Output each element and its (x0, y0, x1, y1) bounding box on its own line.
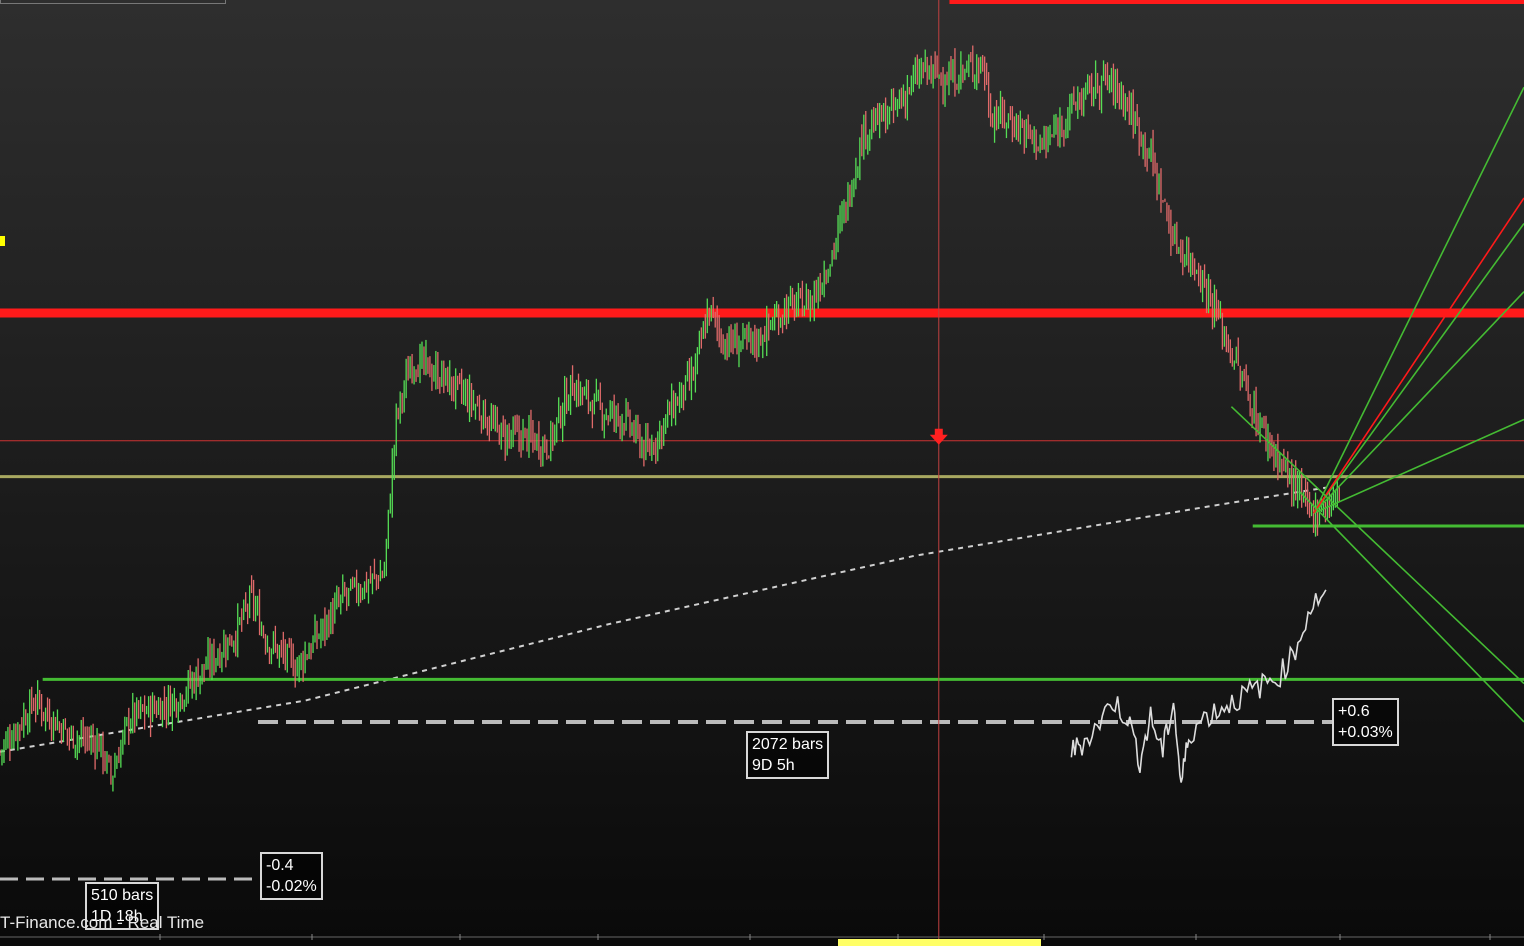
measure-left-percent: -0.02% (266, 878, 317, 895)
fan-line-2 (1313, 291, 1524, 514)
oscillator-line (1070, 589, 1327, 783)
measure-box-left-change: -0.4 -0.02% (260, 852, 323, 900)
measure-box-right-change: +0.6 +0.03% (1332, 698, 1399, 746)
down-channel-line-0 (1230, 406, 1524, 685)
time-axis-highlight (838, 939, 1041, 946)
moving-average-line (0, 486, 1327, 753)
measure-right-duration: 9D 5h (752, 757, 795, 774)
measure-left-bars: 510 bars (91, 887, 154, 904)
measure-right-bars: 2072 bars (752, 736, 824, 753)
chart-stage: 510 bars 1D 18h -0.4 -0.02% 2072 bars 9D… (0, 0, 1524, 946)
measure-left-change: -0.4 (266, 857, 294, 874)
price-chart[interactable] (0, 0, 1524, 946)
fan-line-0 (1312, 86, 1524, 514)
watermark: T-Finance.com - Real Time (0, 913, 205, 932)
sell-arrow-icon (929, 428, 948, 445)
measure-box-right-duration: 2072 bars 9D 5h (746, 731, 830, 779)
measure-right-percent: +0.03% (1338, 724, 1393, 741)
measure-right-change: +0.6 (1338, 703, 1370, 720)
fan-line-1 (1313, 223, 1524, 514)
